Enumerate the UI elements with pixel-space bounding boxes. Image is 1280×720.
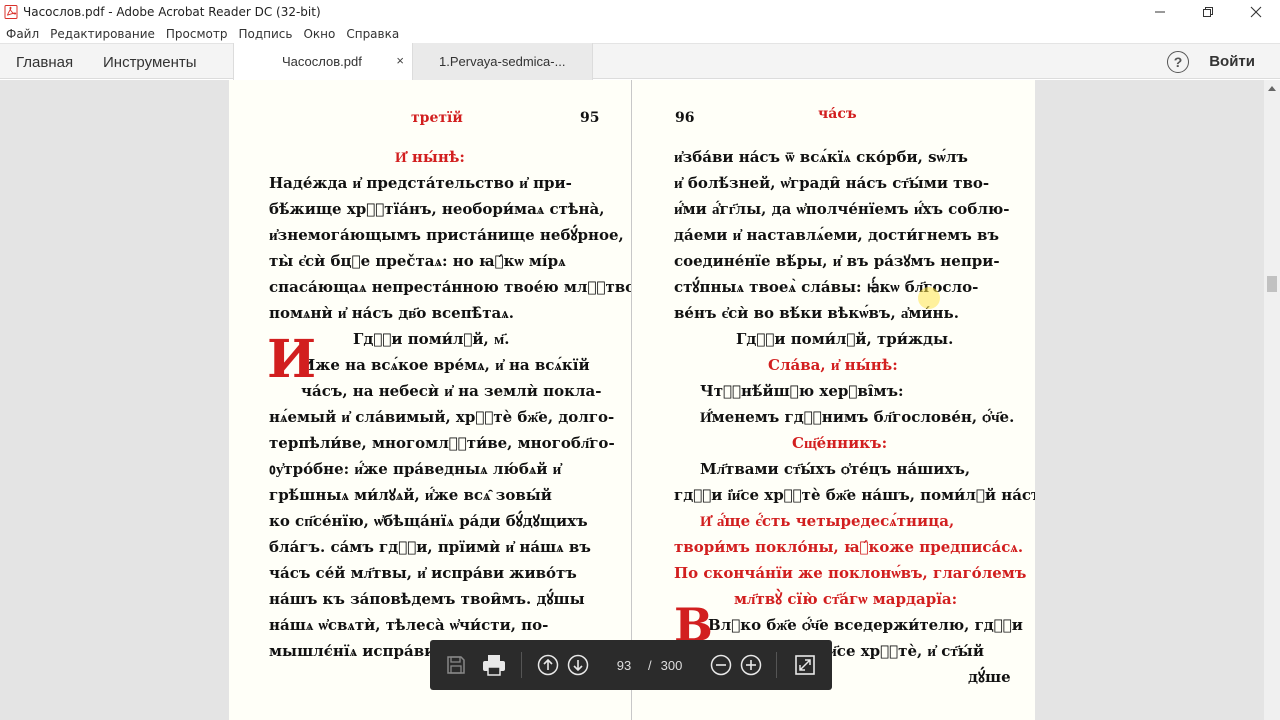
text-line: и҆знемога́ющымъ приста́нище небꙋ́рное, [269, 226, 624, 244]
text-line: мл҃твꙋ̀ сїю̀ ст҃а́гѡ мардарїа: [734, 590, 958, 608]
running-header-right: ча́съ [818, 106, 857, 122]
text-line: да́еми и҆ наставлѧ́еми, дости́гнемъ въ [674, 226, 999, 244]
text-line: и҆ болѣ́зней, ѡ҆гради̑ на́съ ст҃ы́ми тво… [674, 174, 990, 192]
fit-page-button[interactable] [792, 652, 818, 678]
text-line: ве́нъ є҆сѝ во вѣ́ки вѣкѡ́въ, а҆ми́нь. [674, 304, 959, 322]
menu-bar: Файл Редактирование Просмотр Подпись Окн… [0, 24, 1280, 43]
save-icon [447, 656, 465, 674]
tab-document-active[interactable]: Часослов.pdf × [233, 43, 413, 80]
text-line: спаса́ющаѧ непреста́нною твое́ю млⷭ҇твою… [269, 278, 632, 296]
text-line: на́шѧ ѡ҆свѧтѝ, тѣлеса̀ ѡ҆чи́сти, по- [269, 616, 549, 634]
page-separator: / [648, 657, 652, 673]
text-line: И҆ ны́нѣ: [395, 148, 465, 166]
tab-home[interactable]: Главная [16, 44, 73, 80]
tab-document-inactive[interactable]: 1.Pervaya-sedmica-... [413, 43, 593, 80]
page-number-right: 96 [675, 110, 695, 126]
text-line: помѧнѝ и҆ на́съ дв҃о всепѣ̑таѧ. [269, 304, 514, 322]
tab-tools[interactable]: Инструменты [103, 44, 197, 80]
minimize-icon [1155, 11, 1165, 13]
print-button[interactable] [481, 652, 507, 678]
text-line: Мл҃твами ст҃ы́хъ ѻ҆те́цъ на́шихъ, [700, 460, 971, 478]
text-line: Влⷣко бж҃е ѻ҆́ч҃е вседержи́телю, гдⷭ҇и [708, 616, 1023, 634]
text-line: ча́съ, на небесѝ и҆ на землѝ покла- [301, 382, 602, 400]
close-window-button[interactable] [1232, 0, 1280, 24]
text-line: соедине́нїе вѣ́ры, и҆ въ ра́зꙋмъ непри- [674, 252, 1000, 270]
fit-page-icon [795, 655, 815, 675]
menu-window[interactable]: Окно [303, 27, 335, 41]
zoom-in-icon [740, 654, 762, 676]
zoom-in-button[interactable] [738, 652, 764, 678]
menu-file[interactable]: Файл [6, 27, 39, 41]
text-line: на́шъ къ за́повѣдемъ твои̑мъ. дꙋ́шы [269, 590, 585, 608]
tab-close-icon[interactable]: × [396, 53, 404, 68]
text-line: ко сп҃се́нїю, ѡ҆бѣща́нїѧ ра́ди бꙋ́дꙋщихъ [269, 512, 588, 530]
menu-help[interactable]: Справка [346, 27, 399, 41]
scroll-thumb[interactable] [1267, 276, 1277, 292]
cursor-highlight [918, 287, 940, 309]
drop-cap-initial: И [267, 329, 317, 390]
text-line: Сщ҃е́нникъ: [792, 434, 888, 452]
text-line: Иже на всѧ́кое вре́мѧ, и҆ на всѧ́кїй [301, 356, 590, 374]
text-line: Чтⷭ҇нѣ́йшꙋю херꙋві̑мъ: [700, 382, 904, 400]
text-line: и҆зба́ви на́съ ѿ всѧ́кїѧ ско́рби, ѕѡ́лъ [674, 148, 968, 166]
print-icon [483, 655, 505, 676]
menu-edit[interactable]: Редактирование [50, 27, 155, 41]
zoom-out-button[interactable] [708, 652, 734, 678]
text-line: бѣ́жище хрⷭ҇тїа́нъ, необори́маѧ стѣна̀, [269, 200, 605, 218]
total-pages: 300 [660, 657, 683, 673]
arrow-up-circle-icon [537, 654, 559, 676]
text-line: ᲂу҆тро́бне: и҆́же пра́ведныѧ лю́бѧй и҆ [269, 460, 562, 478]
text-line: и҆́ми а҆́гг҃лы, да ѡ҆полче́нїемъ и҆́хъ с… [674, 200, 1010, 218]
restore-icon [1203, 7, 1213, 17]
zoom-out-icon [710, 654, 732, 676]
text-line: нѧ́емый и҆ сла́вимый, хрⷭ҇тѐ бж҃е, долго… [269, 408, 615, 426]
tab-document-active-label: Часослов.pdf [282, 54, 362, 69]
help-icon[interactable]: ? [1167, 51, 1189, 73]
page-number-input[interactable]: 93 [606, 652, 642, 678]
acrobat-pdf-icon [4, 5, 18, 19]
title-bar: Часослов.pdf - Adobe Acrobat Reader DC (… [0, 0, 1280, 24]
minimize-button[interactable] [1136, 0, 1184, 24]
text-line: гдⷭ҇и і҆и҃се хрⷭ҇тѐ бж҃е на́шъ, поми́лꙋй… [674, 486, 1035, 504]
text-line: мышлє́нїѧ испра́ви, [269, 642, 441, 660]
text-line: И҆́менемъ гдⷭ҇нимъ бл҃гослове́н, ѻ҆́ч҃е. [700, 408, 1015, 426]
text-line: твори́мъ покло́ны, ꙗ҆́коже предписа́сѧ. [674, 538, 1024, 556]
floating-page-toolbar: 93 / 300 [430, 640, 832, 690]
next-page-button[interactable] [565, 652, 591, 678]
arrow-down-circle-icon [567, 654, 589, 676]
running-header-left: третїй [411, 110, 463, 126]
tab-bar: Главная Инструменты Часослов.pdf × 1.Per… [0, 43, 1280, 80]
text-line: И҆ а҆́ще є҆́сть четыредесѧ́тница, [700, 512, 955, 530]
scroll-up-arrow-icon[interactable] [1264, 80, 1280, 96]
save-button[interactable] [443, 652, 469, 678]
signin-button[interactable]: Войти [1209, 53, 1255, 70]
text-line: бла́гъ. са́мъ гдⷭ҇и, прїимѝ и҆ на́шѧ въ [269, 538, 591, 556]
toolbar-separator [521, 652, 522, 678]
text-line: грѣ́шныѧ ми́лꙋѧй, и҆́же всѧ̑ зовы́й [269, 486, 552, 504]
tab-document-inactive-label: 1.Pervaya-sedmica-... [439, 54, 566, 69]
page-number-left: 95 [580, 110, 600, 126]
page-right: 96 ча́съ и҆зба́ви на́съ ѿ всѧ́кїѧ ско́рб… [632, 80, 1035, 720]
text-line: ты̀ є҆сѝ бцⷣе прečтаѧ: но ꙗ҆́кѡ мі́рѧ [269, 252, 566, 270]
toolbar-separator [776, 652, 777, 678]
close-icon [1250, 6, 1262, 18]
menu-view[interactable]: Просмотр [166, 27, 228, 41]
text-line: Наде́жда и҆ предста́тельство и҆ при- [269, 174, 572, 192]
text-line: По сконча́нїи же поклонѡ́въ, глаго́лемъ [674, 564, 1027, 582]
page-left: третїй 95 И҆ ны́нѣ: Наде́жда и҆ предста́… [229, 80, 632, 720]
window-title: Часослов.pdf - Adobe Acrobat Reader DC (… [23, 5, 321, 19]
menu-sign[interactable]: Подпись [238, 27, 292, 41]
previous-page-button[interactable] [535, 652, 561, 678]
text-line: терпѣли́ве, многомлⷭ҇ти́ве, многобл҃го- [269, 434, 615, 452]
text-line: Сла́ва, и҆ ны́нѣ: [768, 356, 898, 374]
text-line: і҆и҃се хрⷭ҇тѐ, и҆ ст҃ы́й [824, 642, 984, 660]
text-line: Гдⷭ҇и поми́лꙋй, м҃. [353, 330, 510, 348]
page-total: / 300 [648, 652, 682, 678]
restore-button[interactable] [1184, 0, 1232, 24]
text-line: Гдⷭ҇и поми́лꙋй, три́жды. [736, 330, 954, 348]
text-line: ча́съ се́й мл҃твы, и҆ испра́ви живо́тъ [269, 564, 577, 582]
vertical-scrollbar[interactable] [1264, 80, 1280, 720]
text-line: дꙋ́ше [968, 668, 1011, 686]
document-view[interactable]: третїй 95 И҆ ны́нѣ: Наде́жда и҆ предста́… [0, 80, 1264, 720]
